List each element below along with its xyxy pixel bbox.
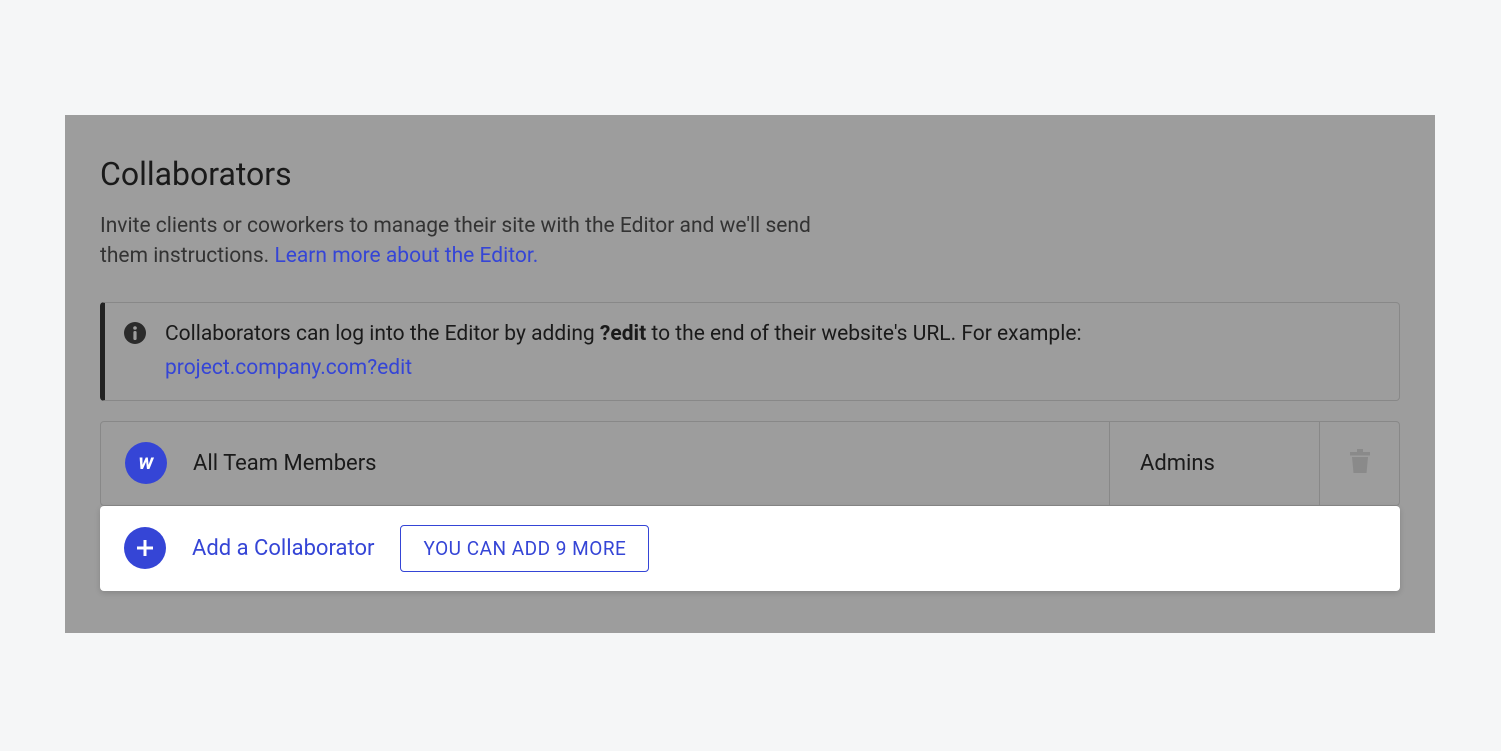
info-text: Collaborators can log into the Editor by…: [165, 319, 1082, 384]
trash-icon: [1349, 449, 1371, 477]
info-icon: [123, 321, 147, 349]
plus-icon: [124, 527, 166, 569]
team-avatar: w: [125, 442, 167, 484]
info-text-after: to the end of their website's URL. For e…: [646, 322, 1081, 346]
collab-name: All Team Members: [193, 451, 377, 476]
collab-row: w All Team Members Admins: [100, 421, 1400, 506]
collab-role-label: Admins: [1140, 451, 1215, 476]
collab-role-cell[interactable]: Admins: [1109, 422, 1319, 505]
section-title: Collaborators: [100, 155, 1435, 193]
collab-main: w All Team Members: [101, 422, 1109, 505]
info-text-before: Collaborators can log into the Editor by…: [165, 322, 600, 346]
info-example-link[interactable]: project.company.com?edit: [165, 353, 412, 383]
avatar-letter: w: [139, 451, 154, 475]
add-collab-row[interactable]: Add a Collaborator YOU CAN ADD 9 MORE: [100, 506, 1400, 591]
remaining-badge: YOU CAN ADD 9 MORE: [400, 525, 649, 572]
info-text-bold: ?edit: [600, 322, 646, 346]
section-description: Invite clients or coworkers to manage th…: [100, 211, 860, 272]
add-collab-label: Add a Collaborator: [192, 536, 374, 561]
learn-more-link[interactable]: Learn more about the Editor.: [274, 244, 538, 268]
info-callout: Collaborators can log into the Editor by…: [100, 302, 1400, 401]
collaborators-panel: Collaborators Invite clients or coworker…: [65, 115, 1435, 633]
delete-collab-button[interactable]: [1319, 422, 1399, 505]
